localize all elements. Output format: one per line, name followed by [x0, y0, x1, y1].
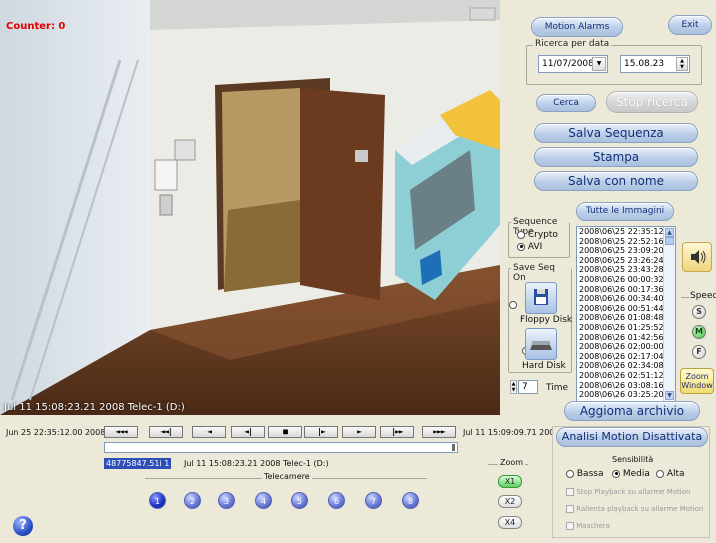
time-spinner-icon[interactable]: ▲ ▼ [676, 57, 688, 71]
rewind-button[interactable]: ◄◄| [149, 426, 183, 438]
camera-view[interactable]: Counter: 0 Jul 11 15:08:23.21 2008 Telec… [0, 0, 500, 415]
timeline-slider[interactable] [104, 442, 458, 453]
chevron-down-icon[interactable]: ▼ [592, 57, 606, 71]
print-button[interactable]: Stampa [534, 147, 698, 167]
scroll-up-icon[interactable]: ▲ [665, 228, 674, 237]
help-icon[interactable]: ? [13, 516, 33, 536]
camera-4-button[interactable]: 4 [255, 492, 272, 509]
list-item[interactable]: 2008\06\25 22:35:12.0C [577, 227, 675, 237]
date-search-label: Ricerca per data [533, 39, 612, 49]
mask-checkbox[interactable]: Maschera [566, 522, 610, 530]
forward-button[interactable]: |►► [380, 426, 414, 438]
archive-list-rows: 2008\06\25 22:35:12.0C 2008\06\25 22:52:1… [577, 227, 675, 401]
zoom-x1-button[interactable]: X1 [498, 475, 522, 488]
zoom-x4-button[interactable]: X4 [498, 516, 522, 529]
time-label: Time [546, 383, 569, 393]
hard-disk-icon[interactable] [525, 328, 557, 360]
list-item[interactable]: 2008\06\26 02:34:08.0C [577, 361, 675, 371]
timeline-thumb[interactable] [452, 444, 455, 451]
camera-2-button[interactable]: 2 [184, 492, 201, 509]
rewind-fast-button[interactable]: ◄◄◄ [104, 426, 138, 438]
list-item[interactable]: 2008\06\26 03:25:20.0C [577, 390, 675, 400]
zoom-window-button[interactable]: Zoom Window [680, 368, 714, 394]
cameras-label: Telecamere [262, 472, 312, 481]
camera-image [0, 0, 500, 415]
list-item[interactable]: 2008\06\26 00:17:36.0C [577, 285, 675, 295]
counter-text: Counter: 0 [6, 21, 66, 32]
timeline-end: Jul 11 15:09:09.71 2008 [463, 428, 560, 437]
list-item[interactable]: 2008\06\25 22:52:16.0C [577, 237, 675, 247]
radio-low[interactable]: Bassa [566, 469, 603, 479]
radio-floppy[interactable] [509, 300, 517, 309]
zoom-x2-button[interactable]: X2 [498, 495, 522, 508]
update-archive-button[interactable]: Aggioma archivio [564, 401, 700, 421]
scroll-thumb[interactable] [665, 237, 674, 245]
camera-3-button[interactable]: 3 [218, 492, 235, 509]
list-item[interactable]: 2008\06\26 00:00:32.0C [577, 275, 675, 285]
list-item[interactable]: 2008\06\26 01:25:52.0C [577, 323, 675, 333]
list-scrollbar[interactable]: ▲ ▼ [663, 227, 675, 401]
radio-avi[interactable]: AVI [517, 242, 542, 252]
speed-label: Speed [689, 291, 716, 301]
list-item[interactable]: 2008\06\26 02:17:04.0C [577, 352, 675, 362]
motion-alarms-button[interactable]: Motion Alarms [531, 17, 623, 37]
speed-medium-button[interactable]: M [692, 325, 706, 339]
list-item[interactable]: 2008\06\26 02:00:00.0C [577, 342, 675, 352]
list-item[interactable]: 2008\06\26 02:51:12.0C [577, 371, 675, 381]
play-backward-button[interactable]: ◄ [192, 426, 226, 438]
radio-medium[interactable]: Media [612, 469, 650, 479]
timeline-start: Jun 25 22:35:12.00 2008 [6, 428, 106, 437]
camera-8-button[interactable]: 8 [402, 492, 419, 509]
speaker-icon[interactable] [682, 242, 712, 272]
stop-playback-checkbox[interactable]: Stop Playback su allarme Motion [566, 488, 690, 496]
radio-crypto[interactable]: Crypto [517, 230, 558, 240]
sensitivity-label: Sensibilità [612, 455, 654, 464]
date-value: 11/07/2008 [542, 59, 594, 69]
exit-button[interactable]: Exit [668, 15, 712, 35]
list-item[interactable]: 2008\06\26 01:08:48.0C [577, 313, 675, 323]
step-back-button[interactable]: ◄| [231, 426, 265, 438]
sequence-type-group: Sequence Type [508, 217, 570, 258]
position-value: 48775847.51i 1 [104, 458, 172, 469]
camera-6-button[interactable]: 6 [328, 492, 345, 509]
floppy-disk-icon[interactable] [525, 282, 557, 314]
camera-5-button[interactable]: 5 [291, 492, 308, 509]
all-images-button[interactable]: Tutte le Immagini [576, 202, 674, 221]
speed-slow-button[interactable]: S [692, 305, 706, 319]
list-item[interactable]: 2008\06\26 00:34:40.0C [577, 294, 675, 304]
hard-disk-label: Hard Disk [522, 361, 566, 371]
time-seconds-input[interactable]: 7 [518, 380, 538, 394]
forward-fast-button[interactable]: ►►► [422, 426, 456, 438]
video-timestamp: Jul 11 15:08:23.21 2008 Telec-1 (D:) [4, 402, 185, 413]
list-item[interactable]: 2008\06\25 23:43:28.0C [577, 265, 675, 275]
slow-playback-checkbox[interactable]: Rallenta playback su allarme Motion [566, 505, 703, 513]
list-item[interactable]: 2008\06\26 00:51:44.0C [577, 304, 675, 314]
stop-search-button[interactable]: Stop ricerca [606, 91, 698, 113]
time-value: 15.08.23 [624, 59, 665, 69]
radio-high[interactable]: Alta [656, 469, 685, 479]
current-frame-info: Jul 11 15:08:23.21 2008 Telec-1 (D:) [184, 459, 329, 468]
search-button[interactable]: Cerca [536, 94, 596, 112]
archive-list[interactable]: 2008\06\25 22:35:12.0C 2008\06\25 22:52:1… [576, 226, 676, 402]
scroll-down-icon[interactable]: ▼ [665, 391, 674, 400]
zoom-label: Zoom [498, 458, 526, 467]
camera-7-button[interactable]: 7 [365, 492, 382, 509]
step-forward-button[interactable]: |► [304, 426, 338, 438]
list-item[interactable]: 2008\06\26 01:42:56.0C [577, 333, 675, 343]
time-spinner-icon[interactable]: ▲ ▼ [510, 380, 517, 394]
time-picker[interactable]: 15.08.23 ▲ ▼ [620, 55, 690, 73]
list-item[interactable]: 2008\06\25 23:09:20.0C [577, 246, 675, 256]
list-item[interactable]: 2008\06\26 03:08:16.0C [577, 381, 675, 391]
stop-button[interactable]: ■ [268, 426, 302, 438]
save-sequence-button[interactable]: Salva Sequenza [534, 123, 698, 143]
motion-analysis-button[interactable]: Analisi Motion Disattivata [556, 427, 708, 447]
save-seq-on-label: Save Seq On [511, 263, 571, 283]
speed-fast-button[interactable]: F [692, 345, 706, 359]
date-picker[interactable]: 11/07/2008 ▼ [538, 55, 608, 73]
camera-1-button[interactable]: 1 [149, 492, 166, 509]
save-as-button[interactable]: Salva con nome [534, 171, 698, 191]
floppy-disk-label: Floppy Disk [520, 315, 573, 325]
play-button[interactable]: ► [342, 426, 376, 438]
list-item[interactable]: 2008\06\25 23:26:24.0C [577, 256, 675, 266]
